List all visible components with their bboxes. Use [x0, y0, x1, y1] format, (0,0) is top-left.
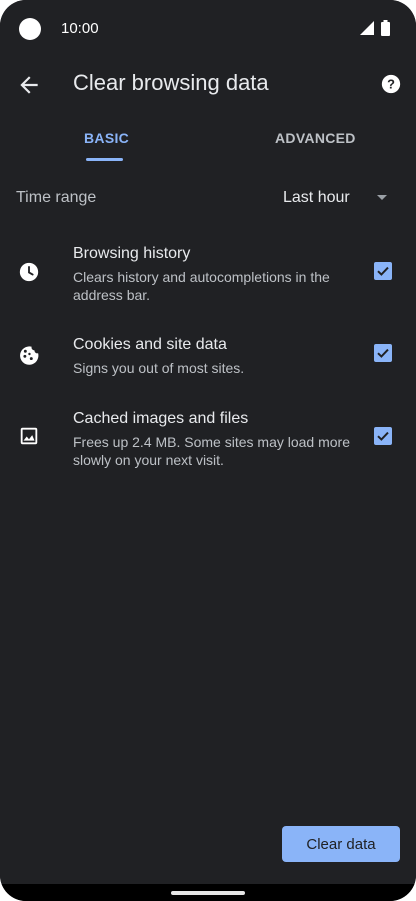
option-title: Cached images and files: [73, 410, 249, 427]
option-description: Signs you out of most sites.: [73, 360, 245, 376]
image-icon: [20, 427, 38, 445]
screen: 10:00 Clear browsing data ? BASIC ADVANC…: [0, 0, 416, 884]
status-bar: 10:00: [0, 0, 416, 58]
cached-images-checkbox[interactable]: [374, 427, 392, 445]
camera-cutout: [19, 18, 41, 40]
time-range-label: Time range: [16, 189, 97, 206]
dropdown-arrow-icon[interactable]: [377, 195, 387, 200]
option-title: Browsing history: [73, 245, 191, 262]
home-gesture-pill[interactable]: [171, 891, 245, 895]
option-cookies[interactable]: Cookies and site data Signs you out of m…: [0, 336, 416, 378]
option-description: Frees up 2.4 MB. Some sites may load mor…: [73, 434, 350, 468]
clear-data-button[interactable]: Clear data: [282, 826, 400, 862]
checkmark-icon: [377, 431, 389, 441]
arrow-back-icon[interactable]: [16, 72, 42, 98]
toolbar: Clear browsing data ?: [0, 58, 416, 114]
option-description: Clears history and autocompletions in th…: [73, 269, 330, 303]
page-title: Clear browsing data: [73, 70, 269, 95]
tab-indicator: [86, 158, 123, 161]
time-range-value[interactable]: Last hour: [283, 189, 350, 207]
tab-bar: BASIC ADVANCED: [0, 120, 416, 162]
browsing-history-checkbox[interactable]: [374, 262, 392, 280]
svg-text:?: ?: [387, 77, 395, 92]
cookies-checkbox[interactable]: [374, 344, 392, 362]
time-range-selector[interactable]: Time range Last hour: [0, 180, 416, 216]
signal-icon: [360, 21, 374, 35]
tab-advanced[interactable]: ADVANCED: [275, 130, 356, 146]
help-icon[interactable]: ?: [380, 73, 402, 95]
clock-icon: [19, 262, 39, 282]
checkmark-icon: [377, 348, 389, 358]
battery-icon: [381, 20, 390, 36]
option-browsing-history[interactable]: Browsing history Clears history and auto…: [0, 245, 416, 305]
option-title: Cookies and site data: [73, 336, 227, 353]
option-cached-images[interactable]: Cached images and files Frees up 2.4 MB.…: [0, 410, 416, 470]
device-frame: 10:00 Clear browsing data ? BASIC ADVANC…: [0, 0, 416, 901]
checkmark-icon: [377, 266, 389, 276]
navigation-bar: [0, 884, 416, 901]
tab-basic[interactable]: BASIC: [84, 130, 129, 146]
status-time: 10:00: [61, 20, 99, 37]
cookie-icon: [20, 346, 39, 365]
